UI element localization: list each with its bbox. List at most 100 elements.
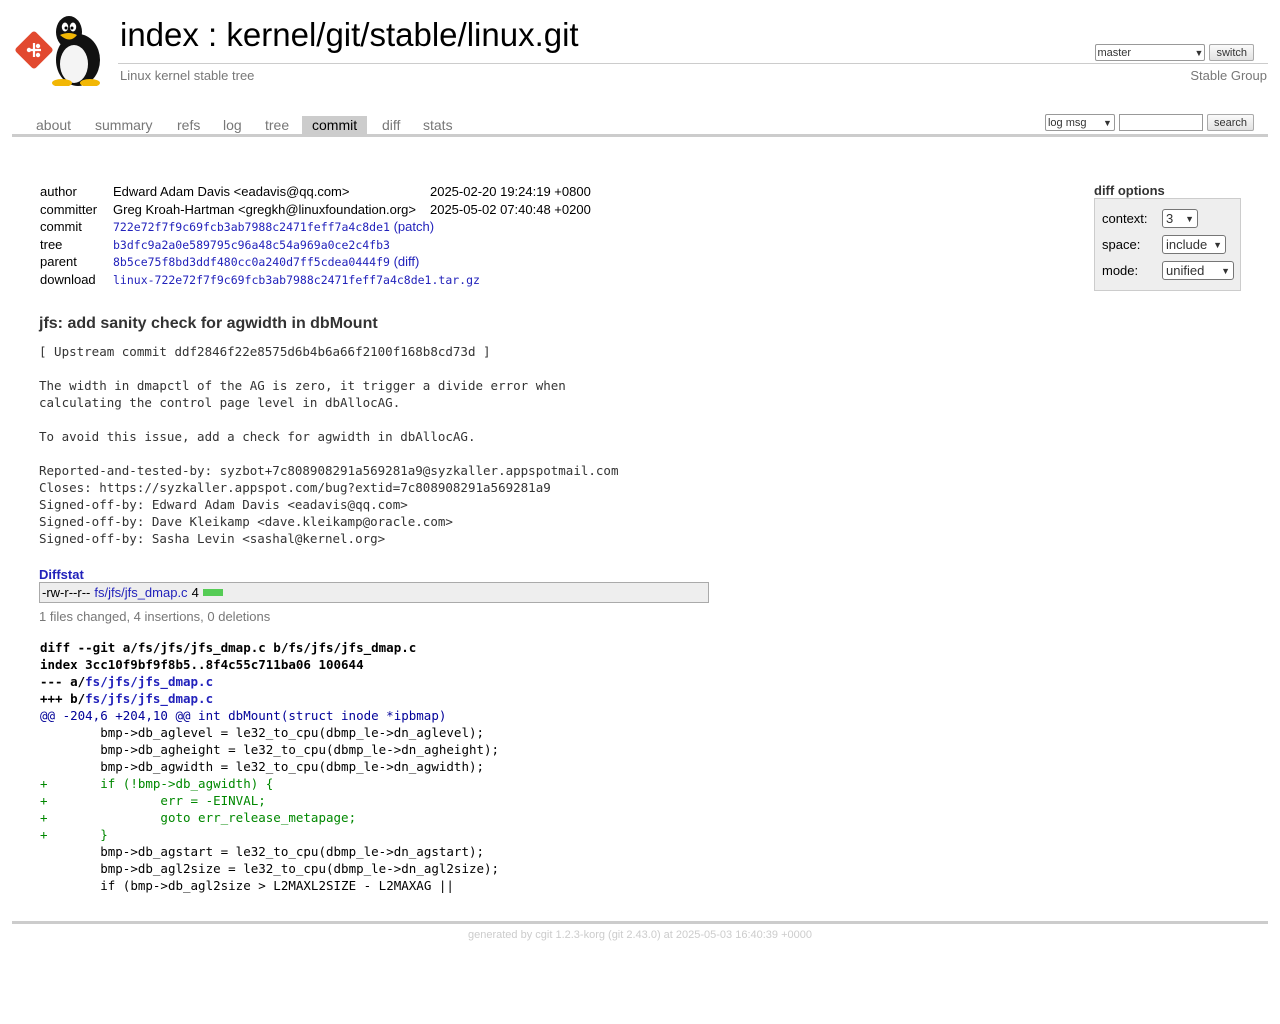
chevron-down-icon: ▼ — [1213, 239, 1222, 250]
diff-context-line: bmp->db_agl2size = le32_to_cpu(dbmp_le->… — [40, 861, 500, 876]
tab-stats[interactable]: stats — [413, 116, 463, 134]
diffstat-summary: 1 files changed, 4 insertions, 0 deletio… — [39, 609, 271, 624]
minus-file-link[interactable]: fs/jfs/jfs_dmap.c — [85, 674, 213, 689]
diff-options-title: diff options — [1094, 183, 1165, 198]
search-type-value: log msg — [1047, 116, 1087, 129]
search-form: log msg ▼ search — [1044, 114, 1254, 131]
diff-added-line: + goto err_release_metapage; — [40, 810, 357, 825]
author-row: author Edward Adam Davis <eadavis@qq.com… — [40, 184, 605, 202]
diff-context-line: bmp->db_aglevel = le32_to_cpu(dbmp_le->d… — [40, 725, 485, 740]
parent-row: parent 8b5ce75f8bd3ddf480cc0a240d7ff5cde… — [40, 254, 605, 272]
branch-switch-form: master ▼ switch — [1095, 44, 1254, 61]
diff-added-line: + } — [40, 827, 108, 842]
diff-link-wrapper: (diff) — [393, 254, 420, 270]
diffstat-header-link[interactable]: Diffstat — [39, 567, 84, 582]
space-option: space: include ▼ — [1102, 235, 1226, 254]
chevron-down-icon: ▼ — [1194, 47, 1204, 58]
patch-link[interactable]: patch — [398, 219, 430, 234]
download-row: download linux-722e72f7f9c69fcb3ab7988c2… — [40, 272, 605, 290]
diff-index-line: index 3cc10f9bf9f8b5..8f4c55c711ba06 100… — [40, 657, 364, 672]
page-title: index : kernel/git/stable/linux.git — [120, 16, 579, 54]
parent-label: parent — [40, 254, 77, 270]
title-separator: : — [198, 16, 227, 53]
diff-added-line: + if (!bmp->db_agwidth) { — [40, 776, 274, 791]
plus-file-link[interactable]: fs/jfs/jfs_dmap.c — [85, 691, 213, 706]
repo-description: Linux kernel stable tree — [120, 68, 255, 83]
branch-selected-value: master — [1097, 46, 1132, 59]
index-link[interactable]: index — [120, 16, 199, 53]
commit-label: commit — [40, 219, 82, 235]
cgit-logo[interactable] — [14, 10, 110, 87]
tab-commit[interactable]: commit — [302, 116, 368, 134]
context-option: context: 3 ▼ — [1102, 209, 1198, 228]
tree-label: tree — [40, 236, 63, 252]
tree-row: tree b3dfc9a2a0e589795c96a48c54a969a0ce2… — [40, 237, 605, 255]
committer-date: 2025-05-02 07:40:48 +0200 — [429, 201, 591, 217]
diff-hunk-header: @@ -204,6 +204,10 @@ int dbMount(struct … — [40, 708, 447, 723]
diff-context-line: bmp->db_agheight = le32_to_cpu(dbmp_le->… — [40, 742, 500, 757]
commit-sha-link[interactable]: 722e72f7f9c69fcb3ab7988c2471feff7a4c8de1 — [113, 220, 390, 234]
tab-refs[interactable]: refs — [167, 116, 210, 134]
repo-link[interactable]: kernel/git/stable/linux.git — [226, 16, 578, 53]
footer-divider — [12, 921, 1268, 924]
committer-value: Greg Kroah-Hartman <gregkh@linuxfoundati… — [113, 201, 416, 217]
switch-button[interactable]: switch — [1209, 44, 1254, 61]
committer-label: committer — [40, 201, 98, 217]
tab-diff[interactable]: diff — [372, 116, 410, 134]
plus-prefix: +++ b/ — [40, 691, 86, 706]
tab-about[interactable]: about — [26, 116, 81, 134]
tree-sha-link[interactable]: b3dfc9a2a0e589795c96a48c54a969a0ce2c4fb3 — [113, 238, 390, 252]
minus-prefix: --- a/ — [40, 674, 86, 689]
tab-tree[interactable]: tree — [255, 116, 299, 134]
chevron-down-icon: ▼ — [1103, 117, 1112, 128]
diff-head-line: diff --git a/fs/jfs/jfs_dmap.c b/fs/jfs/… — [40, 640, 417, 655]
diff-options-panel: context: 3 ▼ space: include ▼ mode: unif… — [1094, 198, 1241, 291]
mode-option: mode: unified ▼ — [1102, 261, 1234, 280]
search-input[interactable] — [1118, 114, 1203, 131]
space-value: include — [1166, 237, 1208, 252]
diffstat-graph-bar — [202, 589, 223, 596]
diff-context-line: if (bmp->db_agl2size > L2MAXL2SIZE - L2M… — [40, 878, 454, 893]
commit-subject: jfs: add sanity check for agwidth in dbM… — [39, 315, 378, 332]
diffstat-file-link[interactable]: fs/jfs/jfs_dmap.c — [94, 585, 187, 600]
context-select[interactable]: 3 ▼ — [1162, 209, 1198, 228]
diffstat-table: -rw-r--r-- fs/jfs/jfs_dmap.c 4 — [39, 582, 709, 603]
mode-label: mode: — [1102, 263, 1139, 278]
parent-sha-link[interactable]: 8b5ce75f8bd3ddf480cc0a240d7ff5cdea0444f9 — [113, 255, 390, 269]
file-mode: -rw-r--r-- — [42, 585, 91, 600]
commit-message: [ Upstream commit ddf2846f22e8575d6b4b6a… — [39, 344, 619, 546]
tab-log[interactable]: log — [213, 116, 252, 134]
header-divider — [118, 63, 1268, 64]
commit-info-table: author Edward Adam Davis <eadavis@qq.com… — [40, 184, 605, 290]
search-button[interactable]: search — [1206, 114, 1254, 131]
diff-plus-file-line: +++ b/fs/jfs/jfs_dmap.c — [40, 690, 499, 707]
branch-select[interactable]: master ▼ — [1095, 44, 1206, 61]
download-tarball-link[interactable]: linux-722e72f7f9c69fcb3ab7988c2471feff7a… — [113, 273, 480, 287]
diff-minus-file-line: --- a/fs/jfs/jfs_dmap.c — [40, 673, 499, 690]
context-label: context: — [1102, 211, 1148, 226]
mode-select[interactable]: unified ▼ — [1162, 261, 1234, 280]
diff-context-line: bmp->db_agwidth = le32_to_cpu(dbmp_le->d… — [40, 759, 485, 774]
mode-value: unified — [1166, 263, 1205, 278]
diff-view: diff --git a/fs/jfs/jfs_dmap.c b/fs/jfs/… — [40, 639, 499, 894]
space-label: space: — [1102, 237, 1141, 252]
context-value: 3 — [1166, 211, 1174, 226]
tab-summary[interactable]: summary — [85, 116, 163, 134]
commit-row: commit 722e72f7f9c69fcb3ab7988c2471feff7… — [40, 219, 605, 237]
author-value: Edward Adam Davis <eadavis@qq.com> — [113, 184, 350, 199]
diffstat-count: 4 — [191, 585, 199, 600]
author-label: author — [40, 184, 77, 199]
author-date: 2025-02-20 19:24:19 +0800 — [429, 184, 591, 199]
diff-context-line: bmp->db_agstart = le32_to_cpu(dbmp_le->d… — [40, 844, 485, 859]
diff-added-line: + err = -EINVAL; — [40, 793, 266, 808]
committer-row: committer Greg Kroah-Hartman <gregkh@lin… — [40, 202, 605, 220]
chevron-down-icon: ▼ — [1185, 213, 1194, 224]
parent-diff-link[interactable]: diff — [398, 254, 415, 269]
repo-owner: Stable Group — [1190, 68, 1267, 83]
footer-text: generated by cgit 1.2.3-korg (git 2.43.0… — [468, 929, 812, 941]
patch-link-wrapper: (patch) — [393, 219, 435, 235]
search-type-select[interactable]: log msg ▼ — [1044, 114, 1115, 131]
chevron-down-icon: ▼ — [1221, 265, 1230, 276]
space-select[interactable]: include ▼ — [1162, 235, 1226, 254]
download-label: download — [40, 271, 96, 287]
